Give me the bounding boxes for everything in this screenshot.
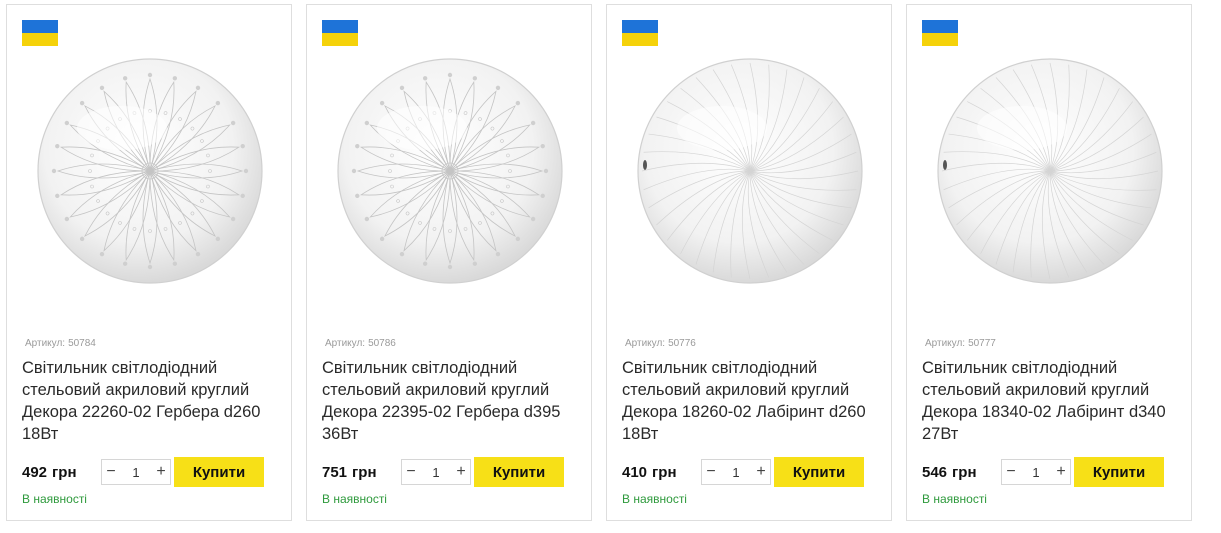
ukraine-flag-icon (322, 20, 358, 46)
quantity-input[interactable] (120, 464, 152, 480)
decrement-button[interactable]: − (102, 460, 120, 484)
quantity-stepper: − + (401, 459, 471, 485)
product-price: 410 грн (622, 463, 677, 481)
increment-button[interactable]: + (1052, 460, 1070, 484)
product-sku: Артикул: 50784 (25, 338, 96, 349)
product-price: 546 грн (922, 463, 977, 481)
stock-status: В наявності (22, 492, 87, 506)
product-price: 751 грн (322, 463, 377, 481)
decrement-button[interactable]: − (702, 460, 720, 484)
buy-button[interactable]: Купити (474, 457, 564, 487)
decrement-button[interactable]: − (1002, 460, 1020, 484)
buy-row: 546грн − + Купити (922, 457, 1164, 487)
quantity-stepper: − + (101, 459, 171, 485)
product-title-link[interactable]: Світильник світлодіодний стельовий акрил… (622, 357, 884, 445)
stock-status: В наявності (322, 492, 387, 506)
ukraine-flag-icon (22, 20, 58, 46)
product-sku: Артикул: 50776 (625, 338, 696, 349)
buy-button[interactable]: Купити (1074, 457, 1164, 487)
product-image[interactable] (327, 53, 573, 289)
increment-button[interactable]: + (152, 460, 170, 484)
product-price: 492 грн (22, 463, 77, 481)
product-image[interactable] (627, 53, 873, 289)
product-title-link[interactable]: Світильник світлодіодний стельовий акрил… (22, 357, 284, 445)
product-card[interactable]: Артикул: 50786 Світильник світлодіодний с… (306, 4, 592, 521)
ukraine-flag-icon (922, 20, 958, 46)
buy-row: 410грн − + Купити (622, 457, 864, 487)
product-image[interactable] (27, 53, 273, 289)
quantity-input[interactable] (1020, 464, 1052, 480)
increment-button[interactable]: + (752, 460, 770, 484)
buy-button[interactable]: Купити (774, 457, 864, 487)
buy-row: 492грн − + Купити (22, 457, 264, 487)
product-sku: Артикул: 50777 (925, 338, 996, 349)
stock-status: В наявності (922, 492, 987, 506)
buy-button[interactable]: Купити (174, 457, 264, 487)
quantity-input[interactable] (720, 464, 752, 480)
product-sku: Артикул: 50786 (325, 338, 396, 349)
decrement-button[interactable]: − (402, 460, 420, 484)
product-title-link[interactable]: Світильник світлодіодний стельовий акрил… (922, 357, 1184, 445)
ukraine-flag-icon (622, 20, 658, 46)
stock-status: В наявності (622, 492, 687, 506)
product-card[interactable]: Артикул: 50777 Світильник світлодіодний с… (906, 4, 1192, 521)
product-card[interactable]: Артикул: 50776 Світильник світлодіодний с… (606, 4, 892, 521)
product-title-link[interactable]: Світильник світлодіодний стельовий акрил… (322, 357, 584, 445)
quantity-stepper: − + (1001, 459, 1071, 485)
product-grid: Артикул: 50784 Світильник світлодіодний с… (6, 4, 1192, 521)
product-image[interactable] (927, 53, 1173, 289)
quantity-input[interactable] (420, 464, 452, 480)
product-card[interactable]: Артикул: 50784 Світильник світлодіодний с… (6, 4, 292, 521)
increment-button[interactable]: + (452, 460, 470, 484)
quantity-stepper: − + (701, 459, 771, 485)
buy-row: 751грн − + Купити (322, 457, 564, 487)
